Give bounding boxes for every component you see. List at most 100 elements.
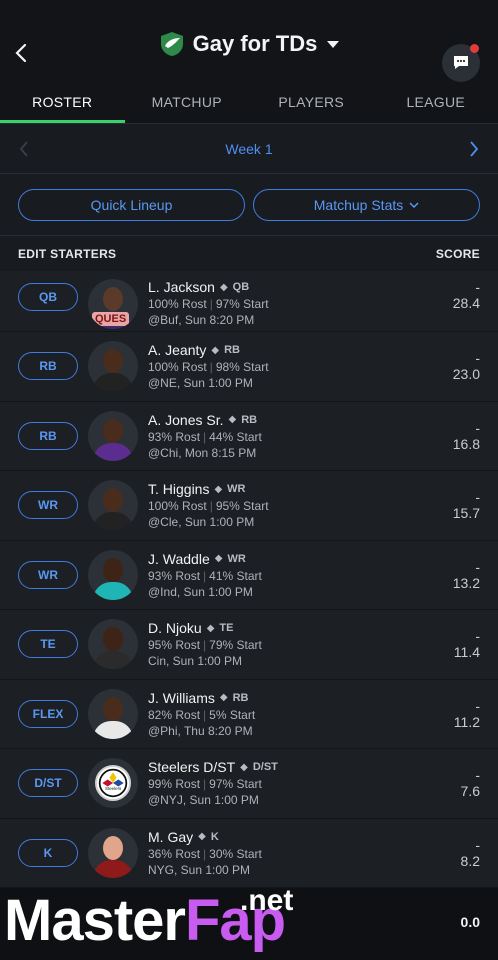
slot-badge[interactable]: TE xyxy=(18,630,78,659)
player-row[interactable]: K M. Gay ◆ K 36% Rost | 30% Start NYG, Sun… xyxy=(0,818,498,888)
player-row[interactable]: TE D. Njoku ◆ TE 95% Rost | 79% Start Cin,… xyxy=(0,610,498,680)
player-position: RB xyxy=(232,691,249,704)
game-info: Cin, Sun 1:00 PM xyxy=(148,654,243,669)
slot-badge[interactable]: WR xyxy=(18,491,78,520)
player-avatar[interactable] xyxy=(88,410,138,461)
player-row[interactable]: D/ST Steelers Steelers D/ST ◆ D/ST 99% R… xyxy=(0,749,498,819)
actual-score: - xyxy=(475,628,480,645)
chat-button[interactable] xyxy=(442,44,480,82)
player-avatar[interactable] xyxy=(88,341,138,392)
player-row[interactable]: RB A. Jeanty ◆ RB 100% Rost | 98% Start @N… xyxy=(0,332,498,402)
player-avatar[interactable] xyxy=(88,688,138,739)
player-name[interactable]: J. Waddle xyxy=(148,551,210,567)
status-bar xyxy=(0,0,498,10)
started-pct: 41% Start xyxy=(209,568,262,583)
quick-lineup-button[interactable]: Quick Lineup xyxy=(18,189,245,221)
chat-icon xyxy=(454,56,468,69)
player-score: - 23.0 xyxy=(420,350,480,382)
player-row[interactable]: QB QUES L. Jackson ◆ QB 100% Rost | 97% St… xyxy=(0,271,498,332)
player-name[interactable]: A. Jeanty xyxy=(148,342,206,358)
slot-badge[interactable]: FLEX xyxy=(18,699,78,728)
team-icon: ◆ xyxy=(219,692,228,704)
rostered-pct: 95% Rost xyxy=(148,638,201,653)
player-name[interactable]: D. Njoku xyxy=(148,620,202,636)
player-position: RB xyxy=(241,413,258,426)
projected-score: 15.7 xyxy=(452,505,480,522)
player-row[interactable]: RB A. Jones Sr. ◆ RB 93% Rost | 44% Start … xyxy=(0,401,498,471)
started-pct: 95% Start xyxy=(215,499,269,514)
player-position: TE xyxy=(219,622,234,635)
player-score: - 15.7 xyxy=(420,489,480,521)
started-pct: 5% Start xyxy=(209,707,256,722)
player-row[interactable]: WR T. Higgins ◆ WR 100% Rost | 95% Start @… xyxy=(0,471,498,541)
tab-players[interactable]: PLAYERS xyxy=(249,88,374,123)
tab-roster[interactable]: ROSTER xyxy=(0,88,125,123)
team-name: Gay for TDs xyxy=(192,31,318,56)
player-score: - 11.2 xyxy=(420,698,480,730)
week-selector: Week 1 xyxy=(0,124,498,174)
notification-dot xyxy=(470,44,479,53)
player-position: QB xyxy=(232,281,250,293)
actual-score: - xyxy=(475,419,480,436)
player-name[interactable]: J. Williams xyxy=(148,690,215,706)
team-icon: ◆ xyxy=(211,344,220,356)
team-icon: ◆ xyxy=(206,622,215,634)
player-score: - 11.4 xyxy=(420,628,480,660)
rostered-pct: 99% Rost xyxy=(148,777,201,792)
slot-badge[interactable]: K xyxy=(18,838,78,867)
player-row[interactable]: FLEX J. Williams ◆ RB 82% Rost | 5% Start … xyxy=(0,679,498,749)
team-icon: ◆ xyxy=(240,761,248,773)
tab-league[interactable]: LEAGUE xyxy=(374,88,498,123)
slot-badge[interactable]: RB xyxy=(18,421,78,450)
slot-badge[interactable]: QB xyxy=(18,283,78,311)
player-name[interactable]: L. Jackson xyxy=(148,279,215,295)
player-row[interactable]: WR J. Waddle ◆ WR 93% Rost | 41% Start @In… xyxy=(0,540,498,610)
slot-badge[interactable]: D/ST xyxy=(18,769,78,798)
player-name[interactable]: T. Higgins xyxy=(148,481,209,497)
week-label[interactable]: Week 1 xyxy=(225,141,272,157)
player-name[interactable]: Steelers D/ST xyxy=(148,759,235,775)
player-name[interactable]: A. Jones Sr. xyxy=(148,412,223,428)
team-icon: ◆ xyxy=(214,483,223,495)
tab-matchup[interactable]: MATCHUP xyxy=(125,88,250,123)
game-info: @Cle, Sun 1:00 PM xyxy=(148,515,255,530)
rostered-pct: 100% Rost xyxy=(148,297,207,311)
team-selector[interactable]: Gay for TDs xyxy=(159,31,340,57)
footer-bar: 0.0 MasterFap .net xyxy=(0,884,498,960)
player-info: Steelers D/ST ◆ D/ST 99% Rost | 97% Start … xyxy=(148,759,420,807)
injury-badge: QUES xyxy=(92,312,130,326)
chevron-down-icon xyxy=(327,40,340,48)
game-info: @Buf, Sun 8:20 PM xyxy=(148,313,255,327)
player-score: - 7.6 xyxy=(420,767,480,799)
player-score: - 13.2 xyxy=(420,559,480,591)
player-avatar[interactable] xyxy=(88,619,138,670)
projected-score: 8.2 xyxy=(460,852,480,869)
watermark-suffix: .net xyxy=(240,884,294,917)
player-avatar[interactable] xyxy=(88,549,138,600)
actual-score: - xyxy=(475,350,480,367)
edit-starters-label[interactable]: EDIT STARTERS xyxy=(18,247,116,261)
player-score: - 28.4 xyxy=(420,279,480,311)
previous-week-icon[interactable] xyxy=(18,140,30,158)
rostered-pct: 93% Rost xyxy=(148,568,201,583)
slot-badge[interactable]: RB xyxy=(18,352,78,381)
app-bar: Gay for TDs xyxy=(0,10,498,88)
player-avatar[interactable] xyxy=(88,480,138,531)
game-info: @NE, Sun 1:00 PM xyxy=(148,376,253,391)
game-info: @Chi, Mon 8:15 PM xyxy=(148,445,257,460)
next-week-icon[interactable] xyxy=(468,140,480,158)
player-name[interactable]: M. Gay xyxy=(148,829,193,845)
started-pct: 44% Start xyxy=(209,429,262,444)
player-avatar[interactable]: Steelers xyxy=(88,758,138,809)
projected-score: 13.2 xyxy=(452,574,480,591)
back-arrow-icon[interactable] xyxy=(12,42,30,64)
player-position: WR xyxy=(227,483,246,496)
player-avatar[interactable] xyxy=(88,827,138,878)
rostered-pct: 100% Rost xyxy=(148,360,207,375)
roster-header: EDIT STARTERS SCORE xyxy=(0,235,498,271)
matchup-stats-button[interactable]: Matchup Stats xyxy=(253,189,480,221)
slot-badge[interactable]: WR xyxy=(18,560,78,589)
started-pct: 30% Start xyxy=(209,846,262,861)
rostered-pct: 93% Rost xyxy=(148,429,201,444)
player-avatar[interactable]: QUES xyxy=(88,279,138,329)
